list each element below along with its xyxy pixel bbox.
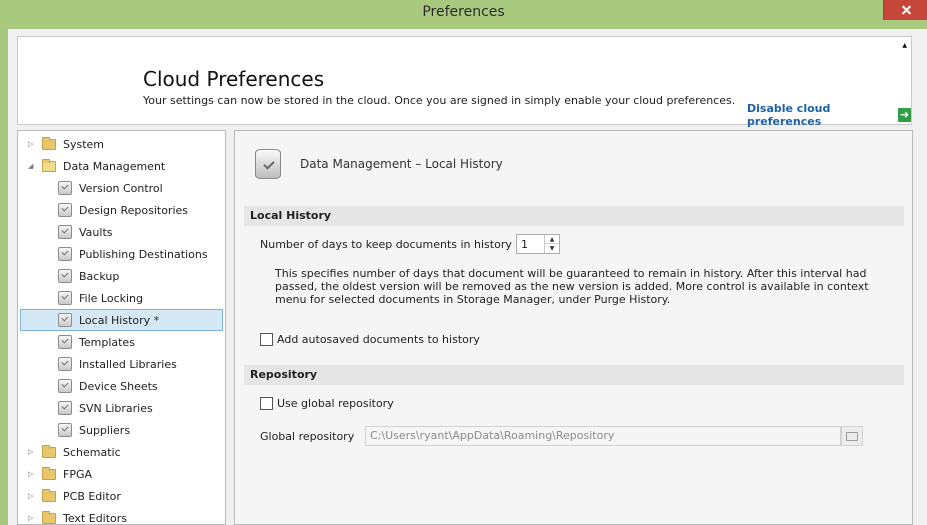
- tree-item-label: Local History *: [79, 313, 160, 327]
- database-page-icon: [58, 423, 72, 437]
- tree-item[interactable]: Templates: [18, 331, 135, 353]
- tree-item-label: Schematic: [63, 445, 121, 459]
- database-page-icon: [58, 335, 72, 349]
- tree-item-label: Installed Libraries: [79, 357, 177, 371]
- section-local-history: Local History: [244, 206, 904, 226]
- history-help-text: This specifies number of days that docum…: [275, 267, 869, 306]
- stepper-buttons: ▲ ▼: [544, 235, 559, 253]
- cloud-banner: Cloud Preferences Your settings can now …: [17, 36, 912, 128]
- database-page-icon: [58, 313, 72, 327]
- folder-icon: [42, 510, 56, 524]
- autosave-checkbox-box[interactable]: [260, 333, 273, 346]
- tree-item-label: Device Sheets: [79, 379, 158, 393]
- tree-item[interactable]: ▷ System: [18, 133, 104, 155]
- panel-header: Data Management – Local History: [255, 149, 503, 179]
- scroll-up-icon[interactable]: ▲: [902, 42, 907, 49]
- cloud-description: Your settings can now be stored in the c…: [143, 94, 736, 107]
- expand-icon[interactable]: ▷: [28, 140, 38, 148]
- expand-icon[interactable]: ▷: [28, 514, 38, 522]
- folder-open-icon: [42, 158, 56, 172]
- folder-icon: [42, 466, 56, 480]
- browse-button[interactable]: [841, 426, 863, 446]
- tree-item[interactable]: ▷ PCB Editor: [18, 485, 121, 507]
- preferences-tree: ▷ System ◢ Data Management Version Control De…: [17, 130, 226, 525]
- tree-item-label: Design Repositories: [79, 203, 189, 217]
- stepper-down-icon[interactable]: ▼: [545, 244, 559, 253]
- tree-item-label: Publishing Destinations: [79, 247, 208, 261]
- database-page-icon: [58, 357, 72, 371]
- folder-icon: [42, 444, 56, 458]
- tree-item-label: Backup: [79, 269, 120, 283]
- collapse-icon[interactable]: ◢: [28, 162, 38, 170]
- tree-item[interactable]: Backup: [18, 265, 119, 287]
- folder-icon: [846, 432, 858, 441]
- tree-item[interactable]: Suppliers: [18, 419, 130, 441]
- disable-cloud-label: Disable cloud preferences: [747, 102, 831, 128]
- tree-item-label: FPGA: [63, 467, 93, 481]
- tree-item-label: System: [63, 137, 105, 151]
- tree-item[interactable]: ▷ Schematic: [18, 441, 121, 463]
- database-icon: [255, 149, 281, 179]
- use-global-checkbox[interactable]: Use global repository: [260, 397, 394, 410]
- settings-panel: Data Management – Local History Local Hi…: [234, 130, 913, 525]
- tree-item-label: Data Management: [63, 159, 166, 173]
- autosave-checkbox[interactable]: Add autosaved documents to history: [260, 333, 480, 346]
- database-page-icon: [58, 291, 72, 305]
- tree-item[interactable]: Installed Libraries: [18, 353, 177, 375]
- days-stepper[interactable]: 1 ▲ ▼: [516, 234, 560, 254]
- database-page-icon: [58, 401, 72, 415]
- arrow-right-icon: ➜: [898, 108, 911, 122]
- tree-item-label: Suppliers: [79, 423, 131, 437]
- database-page-icon: [58, 203, 72, 217]
- expand-icon[interactable]: ▷: [28, 470, 38, 478]
- tree-item-label: SVN Libraries: [79, 401, 153, 415]
- use-global-checkbox-box[interactable]: [260, 397, 273, 410]
- tree-item[interactable]: Local History *: [20, 309, 223, 331]
- days-value: 1: [521, 238, 528, 251]
- stepper-up-icon[interactable]: ▲: [545, 235, 559, 244]
- window-title: Preferences: [422, 4, 505, 20]
- section-repository: Repository: [244, 365, 904, 385]
- global-repo-label: Global repository: [260, 430, 355, 443]
- tree-item[interactable]: Design Repositories: [18, 199, 188, 221]
- tree-item-label: Templates: [79, 335, 135, 349]
- tree-item[interactable]: Vaults: [18, 221, 112, 243]
- autosave-label: Add autosaved documents to history: [277, 333, 480, 346]
- title-bar: Preferences: [0, 0, 927, 28]
- days-label: Number of days to keep documents in hist…: [260, 238, 512, 251]
- global-repo-input[interactable]: C:\Users\ryant\AppData\Roaming\Repositor…: [365, 426, 841, 446]
- tree-item-label: PCB Editor: [63, 489, 121, 503]
- tree-item[interactable]: ▷ Text Editors: [18, 507, 128, 525]
- folder-icon: [42, 136, 56, 150]
- disable-cloud-link[interactable]: Disable cloud preferences ➜: [747, 102, 911, 128]
- use-global-label: Use global repository: [277, 397, 394, 410]
- database-page-icon: [58, 247, 72, 261]
- database-page-icon: [58, 181, 72, 195]
- tree-item[interactable]: SVN Libraries: [18, 397, 153, 419]
- preferences-window: Cloud Preferences Your settings can now …: [8, 29, 927, 525]
- folder-icon: [42, 488, 56, 502]
- tree-item[interactable]: File Locking: [18, 287, 143, 309]
- tree-item[interactable]: Publishing Destinations: [18, 243, 208, 265]
- panel-title: Data Management – Local History: [300, 157, 503, 171]
- tree-item[interactable]: ▷ FPGA: [18, 463, 92, 485]
- tree-item-label: Text Editors: [63, 511, 128, 525]
- tree-item[interactable]: Version Control: [18, 177, 163, 199]
- close-button[interactable]: [883, 0, 927, 20]
- tree-item-label: Version Control: [79, 181, 163, 195]
- database-page-icon: [58, 379, 72, 393]
- tree-item[interactable]: ◢ Data Management: [18, 155, 165, 177]
- database-page-icon: [58, 269, 72, 283]
- database-page-icon: [58, 225, 72, 239]
- cloud-heading: Cloud Preferences: [143, 67, 325, 91]
- expand-icon[interactable]: ▷: [28, 448, 38, 456]
- tree-item[interactable]: Device Sheets: [18, 375, 158, 397]
- expand-icon[interactable]: ▷: [28, 492, 38, 500]
- tree-item-label: Vaults: [79, 225, 113, 239]
- tree-item-label: File Locking: [79, 291, 143, 305]
